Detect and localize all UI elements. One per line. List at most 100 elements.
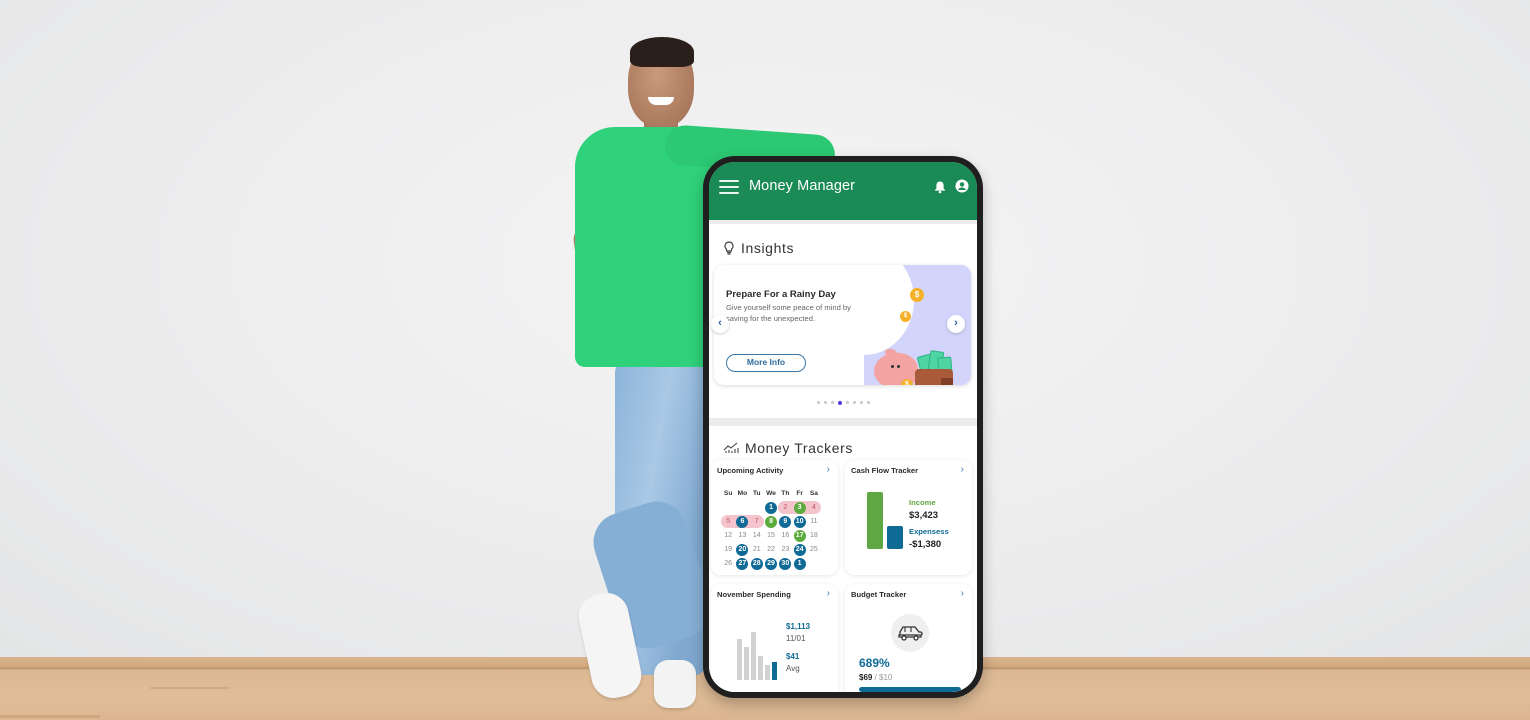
expenses-label: Expensess <box>909 527 949 536</box>
carousel-dot[interactable] <box>816 401 820 404</box>
calendar-day[interactable]: 17 <box>792 529 806 542</box>
calendar-week-row: 5 6 7 8 9 10 11 <box>721 514 833 528</box>
carousel-prev-button[interactable]: ‹ <box>711 315 729 333</box>
calendar-day[interactable]: 9 <box>778 515 792 528</box>
calendar-day[interactable]: 11 <box>807 515 821 528</box>
average-spending-value: $41 <box>786 652 800 661</box>
phone-screen: Money Manager Insights Prepare For a Rai… <box>709 162 977 692</box>
budget-progress-bar <box>859 687 961 692</box>
calendar-day[interactable]: 15 <box>764 529 778 542</box>
chevron-right-icon[interactable]: › <box>827 588 830 599</box>
calendar-day[interactable]: 24 <box>792 543 806 556</box>
spending-bar <box>737 639 742 680</box>
budget-progress-fill <box>859 687 961 692</box>
chevron-right-icon[interactable]: › <box>827 464 830 475</box>
day-number: 3 <box>793 501 806 514</box>
coin-icon: $ <box>901 379 913 385</box>
calendar-day[interactable]: 4 <box>806 500 822 514</box>
day-number: 24 <box>793 543 806 556</box>
calendar-day[interactable]: 22 <box>764 543 778 556</box>
calendar-day[interactable]: 14 <box>750 529 764 542</box>
calendar-day[interactable]: 20 <box>735 543 749 556</box>
account-icon[interactable] <box>955 179 969 193</box>
tile-title: Upcoming Activity <box>717 466 784 475</box>
day-number: 25 <box>810 545 818 553</box>
more-info-button[interactable]: More Info <box>726 354 806 372</box>
tile-title: Budget Tracker <box>851 590 907 599</box>
hamburger-menu-icon[interactable] <box>719 180 739 194</box>
carousel-dot[interactable] <box>866 401 870 404</box>
spending-bar <box>751 632 756 680</box>
calendar-day[interactable]: 25 <box>807 543 821 556</box>
cash-flow-tracker-tile[interactable]: Cash Flow Tracker › Income $3,423 Expens… <box>845 460 972 575</box>
weekday-label: Su <box>723 489 733 497</box>
day-number: 2 <box>783 503 788 511</box>
carousel-dot[interactable] <box>852 401 856 404</box>
day-number: 17 <box>793 529 806 542</box>
day-number: 8 <box>765 515 778 528</box>
calendar-day[interactable]: 6 <box>735 514 750 528</box>
calendar-day[interactable]: 1 <box>764 501 778 514</box>
budget-tracker-tile[interactable]: Budget Tracker › 689% $69 / $10 <box>845 584 972 692</box>
car-icon <box>898 626 923 641</box>
tile-title: Cash Flow Tracker <box>851 466 919 475</box>
day-number: 12 <box>724 531 733 539</box>
chevron-right-icon[interactable]: › <box>961 588 964 599</box>
budget-percent: 689% <box>859 656 890 670</box>
november-spending-tile[interactable]: November Spending › $1,113 11/01 $41 Avg <box>711 584 838 692</box>
calendar-day[interactable]: 19 <box>721 543 735 556</box>
app-bar: Money Manager <box>709 162 977 220</box>
calendar-day[interactable]: 16 <box>778 529 792 542</box>
income-bar <box>867 492 883 549</box>
calendar-day[interactable]: 23 <box>778 543 792 556</box>
insight-card: Prepare For a Rainy Day Give yourself so… <box>714 265 971 385</box>
budget-amount: $69 / $10 <box>859 673 892 682</box>
insights-section: Insights Prepare For a Rainy Day Give yo… <box>709 224 977 418</box>
peak-spending-date: 11/01 <box>786 634 806 643</box>
day-number: 19 <box>724 545 733 553</box>
spending-bar <box>744 646 749 680</box>
calendar-day[interactable]: 13 <box>735 529 749 542</box>
day-number: 11 <box>810 517 818 525</box>
carousel-dot-active[interactable] <box>837 400 842 405</box>
calendar-day[interactable]: 27 <box>735 557 749 570</box>
carousel-next-button[interactable]: › <box>947 315 965 333</box>
day-number: 16 <box>781 531 790 539</box>
calendar-day[interactable]: 2 <box>778 500 793 514</box>
calendar-day[interactable]: 8 <box>764 515 778 528</box>
calendar-week-row: 19 20 21 22 23 24 25 <box>721 542 833 556</box>
calendar-day[interactable]: 26 <box>721 557 735 570</box>
carousel-dot[interactable] <box>845 401 849 404</box>
trackers-header: Money Trackers <box>723 440 853 456</box>
insight-title: Prepare For a Rainy Day <box>726 289 836 300</box>
upcoming-activity-tile[interactable]: Upcoming Activity › Su Mo Tu We Th Fr Sa 1 2 3 4 5 6… <box>711 460 838 575</box>
day-number: 14 <box>752 531 761 539</box>
carousel-dot[interactable] <box>830 401 834 404</box>
calendar-day[interactable]: 21 <box>750 543 764 556</box>
carousel-dot[interactable] <box>823 401 827 404</box>
insights-heading: Insights <box>741 240 795 256</box>
calendar-day[interactable]: 1 <box>792 557 806 570</box>
calendar-day[interactable]: 28 <box>750 557 764 570</box>
weekday-label: Mo <box>737 489 748 497</box>
calendar-day[interactable]: 3 <box>792 500 807 514</box>
coin-icon: $ <box>910 288 924 302</box>
carousel-pagination <box>709 400 977 405</box>
bell-icon[interactable] <box>933 180 947 194</box>
calendar-empty-cell <box>750 501 764 514</box>
chevron-right-icon[interactable]: › <box>961 464 964 475</box>
weekday-label: Tu <box>752 489 761 497</box>
calendar-day[interactable]: 30 <box>778 557 792 570</box>
calendar-day[interactable]: 29 <box>764 557 778 570</box>
day-number: 9 <box>779 515 792 528</box>
lightbulb-icon <box>724 241 734 255</box>
activity-calendar: Su Mo Tu We Th Fr Sa 1 2 3 4 5 6 7 8 9 10 11 12 13 14 15 16 17 1… <box>721 486 833 570</box>
calendar-day[interactable]: 12 <box>721 529 735 542</box>
calendar-empty-cell <box>735 501 749 514</box>
carousel-dot[interactable] <box>859 401 863 404</box>
day-number: 21 <box>752 545 761 553</box>
calendar-day[interactable]: 5 <box>721 514 736 528</box>
calendar-day[interactable]: 18 <box>807 529 821 542</box>
calendar-day[interactable]: 7 <box>749 514 764 528</box>
calendar-day[interactable]: 10 <box>792 515 806 528</box>
